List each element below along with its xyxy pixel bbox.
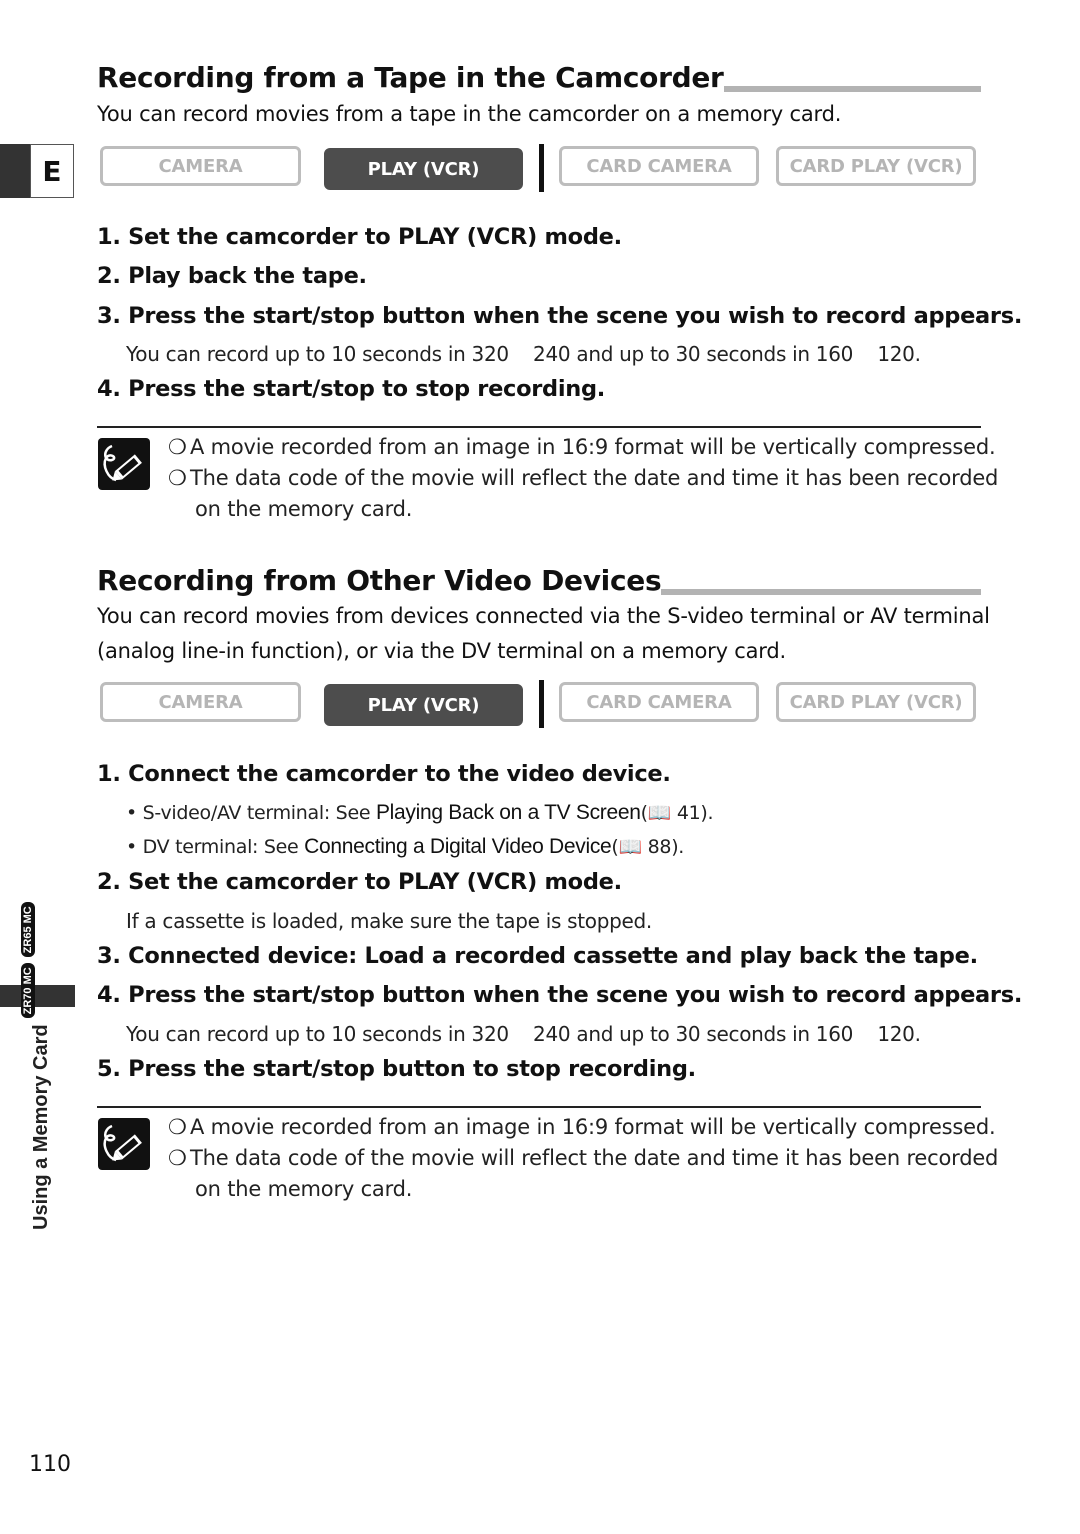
language-tab: E: [30, 144, 74, 198]
step-detail: You can record up to 10 seconds in 320 2…: [126, 1022, 921, 1046]
mode-separator: [539, 680, 544, 728]
mode-indicator: CAMERA PLAY (VCR) CARD CAMERA CARD PLAY …: [100, 680, 980, 728]
note-divider: [97, 1106, 981, 1108]
section-heading: Recording from Other Video Devices: [97, 555, 981, 597]
section-intro: You can record movies from a tape in the…: [97, 102, 842, 126]
ring-bullet-icon: ❍: [168, 435, 187, 459]
model-badge: ZR65 MC: [20, 902, 35, 958]
note-item-continued: on the memory card.: [195, 1177, 413, 1201]
mode-indicator: CAMERA PLAY (VCR) CARD CAMERA CARD PLAY …: [100, 144, 980, 192]
step: 1. Set the camcorder to PLAY (VCR) mode.: [97, 224, 622, 250]
step: 4. Press the start/stop button when the …: [97, 982, 1023, 1008]
step: 4. Press the start/stop to stop recordin…: [97, 376, 606, 402]
intro-line: (analog line-in function), or via the DV…: [97, 639, 786, 663]
chapter-label: Using a Memory Card ZR70 MC ZR65 MC: [20, 902, 53, 1230]
pencil-note-icon: [98, 1118, 150, 1170]
mode-card-play-vcr: CARD PLAY (VCR): [776, 682, 976, 722]
model-badge: ZR70 MC: [20, 963, 35, 1019]
ring-bullet-icon: ❍: [168, 1146, 187, 1170]
chapter-title: Using a Memory Card: [30, 1024, 52, 1230]
step: 5. Press the start/stop button to stop r…: [97, 1056, 696, 1082]
ring-bullet-icon: ❍: [168, 1115, 187, 1139]
note-item: ❍ The data code of the movie will reflect…: [168, 1143, 998, 1174]
note-item: ❍ The data code of the movie will reflect…: [168, 463, 998, 494]
side-tab-marker: [0, 144, 30, 198]
step-detail: If a cassette is loaded, make sure the t…: [126, 909, 652, 933]
mode-card-camera: CARD CAMERA: [559, 146, 759, 186]
mode-play-vcr: PLAY (VCR): [324, 684, 523, 726]
step: 2. Set the camcorder to PLAY (VCR) mode.: [97, 869, 622, 895]
mode-camera: CAMERA: [100, 682, 301, 722]
note-block: ❍ A movie recorded from an image in 16:9 …: [168, 1112, 998, 1205]
note-divider: [97, 426, 981, 428]
page-reference: (📖 88).: [611, 836, 685, 858]
pencil-note-icon: [98, 438, 150, 490]
step: 3. Press the start/stop button when the …: [97, 303, 1023, 329]
reference-link[interactable]: Connecting a Digital Video Device: [304, 835, 612, 858]
cross-reference: • DV terminal: See Connecting a Digital …: [126, 835, 685, 858]
note-item: ❍ A movie recorded from an image in 16:9 …: [168, 1112, 996, 1143]
reference-link[interactable]: Playing Back on a TV Screen: [376, 801, 641, 824]
mode-play-vcr: PLAY (VCR): [324, 148, 523, 190]
ring-bullet-icon: ❍: [168, 466, 187, 490]
section-intro: You can record movies from devices conne…: [97, 599, 990, 669]
note-item: ❍ A movie recorded from an image in 16:9 …: [168, 432, 996, 463]
step: 2. Play back the tape.: [97, 263, 367, 289]
page-number: 110: [29, 1452, 71, 1477]
step-detail: You can record up to 10 seconds in 320 2…: [126, 342, 921, 366]
mode-card-play-vcr: CARD PLAY (VCR): [776, 146, 976, 186]
section-title: Recording from Other Video Devices: [97, 564, 662, 597]
note-item-continued: on the memory card.: [195, 497, 413, 521]
cross-reference: • S-video/AV terminal: See Playing Back …: [126, 801, 714, 824]
page-reference: (📖 41).: [640, 802, 714, 824]
section-heading: Recording from a Tape in the Camcorder: [97, 52, 981, 94]
mode-camera: CAMERA: [100, 146, 301, 186]
section-title: Recording from a Tape in the Camcorder: [97, 61, 724, 94]
step: 1. Connect the camcorder to the video de…: [97, 761, 671, 787]
mode-separator: [539, 144, 544, 192]
mode-card-camera: CARD CAMERA: [559, 682, 759, 722]
note-block: ❍ A movie recorded from an image in 16:9 …: [168, 432, 998, 525]
intro-line: You can record movies from devices conne…: [97, 604, 990, 628]
step: 3. Connected device: Load a recorded cas…: [97, 943, 978, 969]
